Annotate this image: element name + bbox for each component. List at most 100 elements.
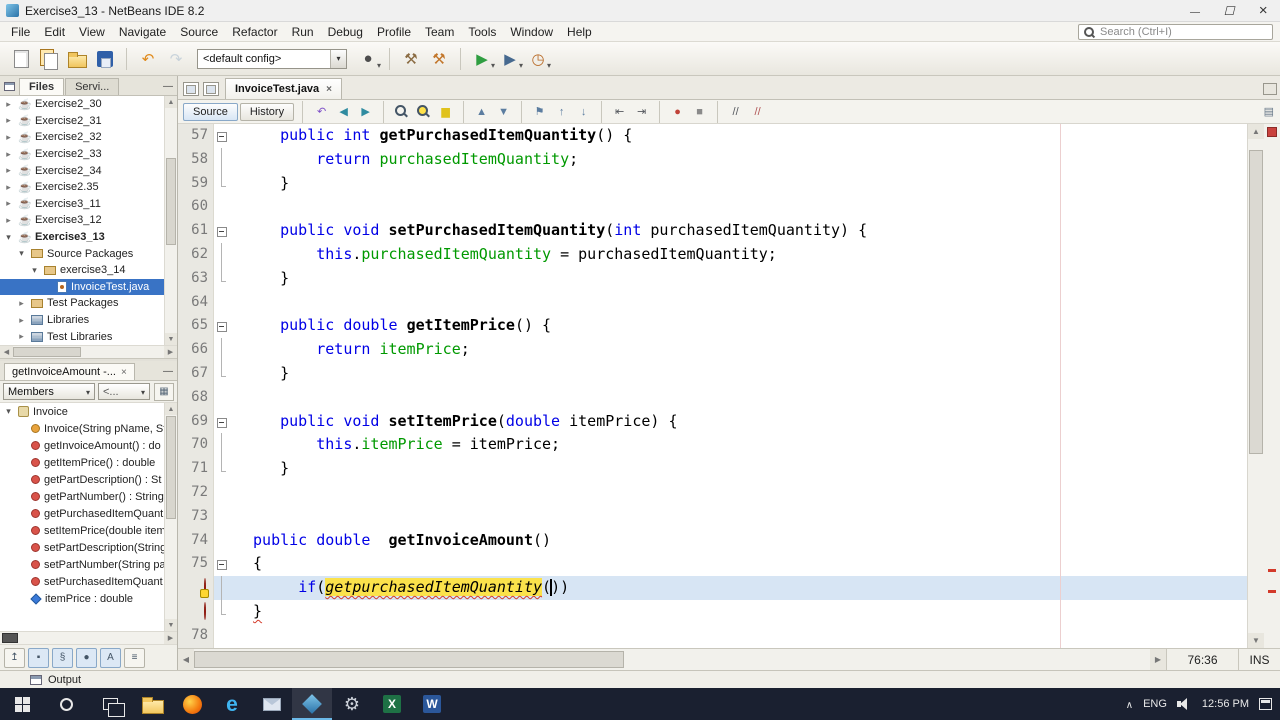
member-item-getpartnumber-string[interactable]: getPartNumber() : String bbox=[0, 488, 164, 505]
code-line-57[interactable]: 57 public int getPurchasedItemQuantity()… bbox=[178, 124, 1247, 148]
menu-edit[interactable]: Edit bbox=[37, 23, 72, 41]
member-item-invoice-string-pname-st[interactable]: Invoice(String pName, St bbox=[0, 420, 164, 437]
new-file-button[interactable] bbox=[8, 46, 34, 72]
scroll-down-icon[interactable] bbox=[1248, 633, 1264, 648]
line-number[interactable]: 78 bbox=[178, 623, 214, 648]
line-number[interactable]: 60 bbox=[178, 195, 214, 220]
expand-toggle-icon[interactable] bbox=[3, 165, 14, 176]
minimize-button[interactable] bbox=[1178, 0, 1212, 22]
scroll-right-icon[interactable] bbox=[164, 632, 177, 644]
toggle-bookmark-button[interactable]: ⚑ bbox=[529, 102, 550, 121]
line-number[interactable]: 72 bbox=[178, 480, 214, 505]
code-fold-toggle-icon[interactable] bbox=[214, 410, 230, 434]
code-line-77[interactable]: } bbox=[178, 599, 1247, 624]
line-number[interactable]: 69 bbox=[178, 409, 214, 434]
scroll-down-icon[interactable] bbox=[165, 619, 177, 631]
menu-file[interactable]: File bbox=[4, 23, 37, 41]
menu-debug[interactable]: Debug bbox=[321, 23, 370, 41]
minimize-group-icon[interactable] bbox=[163, 366, 173, 377]
editor-toolbar-options-icon[interactable] bbox=[1264, 105, 1274, 118]
scroll-left-icon[interactable] bbox=[178, 649, 194, 670]
menu-navigate[interactable]: Navigate bbox=[112, 23, 173, 41]
netbeans-icon[interactable] bbox=[292, 688, 332, 720]
action-center-icon[interactable] bbox=[1259, 698, 1272, 710]
line-number[interactable]: 58 bbox=[178, 147, 214, 172]
next-occurrence-button[interactable]: ▼ bbox=[493, 102, 514, 121]
code-line-66[interactable]: 66 return itemPrice; bbox=[178, 338, 1247, 362]
scroll-up-icon[interactable] bbox=[165, 403, 177, 415]
back-button[interactable]: ◀ bbox=[333, 102, 354, 121]
line-number[interactable]: 74 bbox=[178, 528, 214, 553]
stop-macro-recording-button[interactable]: ■ bbox=[689, 102, 710, 121]
error-stripe-mark[interactable] bbox=[1268, 590, 1276, 594]
scrollbar-thumb[interactable] bbox=[194, 651, 625, 668]
tree-item-exercise3-12[interactable]: Exercise3_12 bbox=[0, 212, 164, 229]
gutter-error-cell[interactable] bbox=[178, 576, 214, 600]
navigator-scope-select[interactable]: <... bbox=[98, 383, 150, 400]
show-fields-button[interactable]: ▪ bbox=[28, 647, 49, 668]
expand-toggle-icon[interactable] bbox=[16, 315, 27, 326]
expand-toggle-icon[interactable] bbox=[16, 331, 27, 342]
code-line-60[interactable]: 60 bbox=[178, 195, 1247, 220]
uncomment-button[interactable]: // bbox=[747, 102, 768, 121]
scroll-up-icon[interactable] bbox=[1248, 124, 1264, 139]
debug-project-button[interactable]: ▶ bbox=[497, 46, 523, 72]
run-project-button[interactable]: ▶ bbox=[469, 46, 495, 72]
shift-left-button[interactable]: ⇤ bbox=[609, 102, 630, 121]
error-stripe-mark[interactable] bbox=[1268, 569, 1276, 573]
menu-source[interactable]: Source bbox=[173, 23, 225, 41]
code-line-76[interactable]: if(getpurchasedItemQuantity()) bbox=[178, 576, 1247, 600]
comment-button[interactable]: // bbox=[725, 102, 746, 121]
task-view-button[interactable] bbox=[88, 688, 132, 720]
find-selection-button[interactable] bbox=[391, 102, 412, 121]
code-fold-toggle-icon[interactable] bbox=[214, 219, 230, 243]
navigator-view-select[interactable]: Members bbox=[3, 383, 95, 400]
split-document-icon[interactable] bbox=[203, 82, 219, 96]
menu-run[interactable]: Run bbox=[285, 23, 321, 41]
code-line-78[interactable]: 78 bbox=[178, 623, 1247, 648]
member-item-setpartdescription-string[interactable]: setPartDescription(String bbox=[0, 539, 164, 556]
line-number[interactable]: 67 bbox=[178, 361, 214, 386]
code-line-63[interactable]: 63 } bbox=[178, 266, 1247, 291]
editor-horizontal-scrollbar[interactable] bbox=[178, 649, 1166, 670]
expand-toggle-icon[interactable] bbox=[3, 215, 14, 226]
maximize-button[interactable] bbox=[1212, 0, 1246, 22]
scrollbar-thumb[interactable] bbox=[166, 158, 176, 246]
tree-item-invoicetest-java[interactable]: InvoiceTest.java bbox=[0, 278, 164, 296]
close-button[interactable] bbox=[1246, 0, 1280, 22]
line-number[interactable]: 71 bbox=[178, 457, 214, 481]
toggle-highlight-search-button[interactable]: ▆ bbox=[435, 102, 456, 121]
scroll-down-icon[interactable] bbox=[165, 333, 177, 345]
tree-item-exercise3-13[interactable]: Exercise3_13 bbox=[0, 229, 164, 246]
expand-toggle-icon[interactable] bbox=[3, 132, 14, 143]
code-fold-toggle-icon[interactable] bbox=[214, 552, 230, 576]
code-line-69[interactable]: 69 public void setItemPrice(double itemP… bbox=[178, 409, 1247, 434]
line-number[interactable]: 70 bbox=[178, 433, 214, 458]
line-number[interactable]: 64 bbox=[178, 290, 214, 315]
member-item-getitemprice-double[interactable]: getItemPrice() : double bbox=[0, 454, 164, 471]
navigator-members-panel[interactable]: Invoice Invoice(String pName, St getInvoic… bbox=[0, 403, 177, 631]
hidden-icons-chevron-icon[interactable] bbox=[1126, 697, 1133, 711]
expand-toggle-icon[interactable] bbox=[3, 115, 14, 126]
tree-item-test-libraries[interactable]: Test Libraries bbox=[0, 328, 164, 345]
volume-icon[interactable] bbox=[1176, 698, 1192, 710]
gutter-error-cell[interactable] bbox=[178, 599, 214, 624]
code-line-61[interactable]: 61 public void setPurchasedItemQuantity(… bbox=[178, 219, 1247, 243]
show-inherited-members-button[interactable]: ↥ bbox=[4, 647, 25, 668]
show-static-members-button[interactable]: § bbox=[52, 647, 73, 668]
code-line-75[interactable]: 75 { bbox=[178, 552, 1247, 577]
expand-toggle-icon[interactable] bbox=[29, 265, 40, 276]
member-item-getpartdescription-st[interactable]: getPartDescription() : St bbox=[0, 471, 164, 488]
document-list-icon[interactable] bbox=[183, 82, 199, 96]
tree-item-exercise2-35[interactable]: Exercise2.35 bbox=[0, 179, 164, 196]
last-edit-position-button[interactable]: ↶ bbox=[311, 102, 332, 121]
line-number[interactable]: 62 bbox=[178, 242, 214, 267]
tree-item-exercise3-14[interactable]: exercise3_14 bbox=[0, 262, 164, 279]
member-item-invoice[interactable]: Invoice bbox=[0, 403, 164, 420]
source-view-button[interactable]: Source bbox=[183, 102, 238, 121]
files-tree-horizontal-scrollbar[interactable] bbox=[0, 345, 177, 358]
expand-toggle-icon[interactable] bbox=[3, 182, 14, 193]
member-item-itemprice-double[interactable]: itemPrice : double bbox=[0, 590, 164, 607]
line-number[interactable]: 75 bbox=[178, 552, 214, 577]
code-fold-toggle-icon[interactable] bbox=[214, 124, 230, 148]
